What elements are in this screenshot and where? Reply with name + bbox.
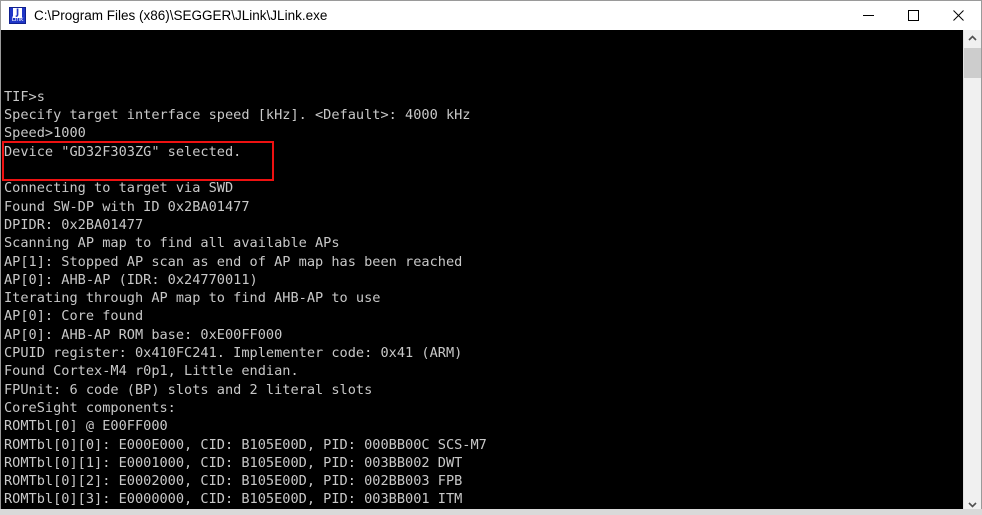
chevron-down-icon (968, 502, 977, 508)
console-line: AP[0]: AHB-AP (IDR: 0x24770011) (4, 271, 258, 288)
console-line: Scanning AP map to find all available AP… (4, 235, 340, 252)
maximize-icon (908, 10, 919, 21)
jlink-console-window: J Link C:\Program Files (x86)\SEGGER\JLi… (0, 0, 982, 515)
minimize-icon (863, 15, 874, 16)
maximize-button[interactable] (891, 1, 936, 30)
console-line: FPUnit: 6 code (BP) slots and 2 literal … (4, 381, 373, 398)
console-line: CPUID register: 0x410FC241. Implementer … (4, 345, 463, 362)
scrollbar-thumb[interactable] (964, 48, 981, 78)
window-title: C:\Program Files (x86)\SEGGER\JLink\JLin… (34, 8, 328, 23)
console-line: CoreSight components: (4, 399, 176, 416)
console-line: AP[0]: Core found (4, 308, 144, 325)
console-line: DPIDR: 0x2BA01477 (4, 216, 144, 233)
close-button[interactable] (936, 1, 981, 30)
console-line: ROMTbl[0] @ E00FF000 (4, 418, 168, 435)
console-line: Specify target interface speed [kHz]. <D… (4, 107, 471, 124)
console-line: Connecting to target via SWD (4, 180, 234, 197)
scrollbar-track[interactable] (964, 47, 981, 496)
title-bar[interactable]: J Link C:\Program Files (x86)\SEGGER\JLi… (0, 0, 982, 30)
console-line: ROMTbl[0][3]: E0000000, CID: B105E00D, P… (4, 491, 463, 508)
console-line: AP[0]: AHB-AP ROM base: 0xE00FF000 (4, 326, 283, 343)
console-line: ROMTbl[0][0]: E000E000, CID: B105E00D, P… (4, 436, 487, 453)
jlink-icon-word: Link (11, 16, 24, 23)
console-output-area[interactable]: TIF>s Specify target interface speed [kHz… (0, 30, 982, 515)
console-line: ROMTbl[0][1]: E0001000, CID: B105E00D, P… (4, 454, 463, 471)
console-line: Device "GD32F303ZG" selected. (4, 143, 242, 160)
bottom-screen-strip (0, 509, 982, 515)
console-text: TIF>s Specify target interface speed [kHz… (4, 33, 949, 514)
console-line: TIF>s (4, 88, 45, 105)
console-line: AP[1]: Stopped AP scan as end of AP map … (4, 253, 463, 270)
minimize-button[interactable] (846, 1, 891, 30)
close-icon (953, 10, 964, 21)
console-line: Iterating through AP map to find AHB-AP … (4, 290, 381, 307)
console-line: Speed>1000 (4, 125, 86, 142)
vertical-scrollbar[interactable] (963, 30, 981, 513)
chevron-up-icon (968, 35, 977, 41)
scroll-up-button[interactable] (964, 30, 981, 47)
console-line: Found SW-DP with ID 0x2BA01477 (4, 198, 250, 215)
console-line: ROMTbl[0][2]: E0002000, CID: B105E00D, P… (4, 473, 463, 490)
console-line: Found Cortex-M4 r0p1, Little endian. (4, 363, 299, 380)
jlink-app-icon: J Link (9, 7, 26, 24)
